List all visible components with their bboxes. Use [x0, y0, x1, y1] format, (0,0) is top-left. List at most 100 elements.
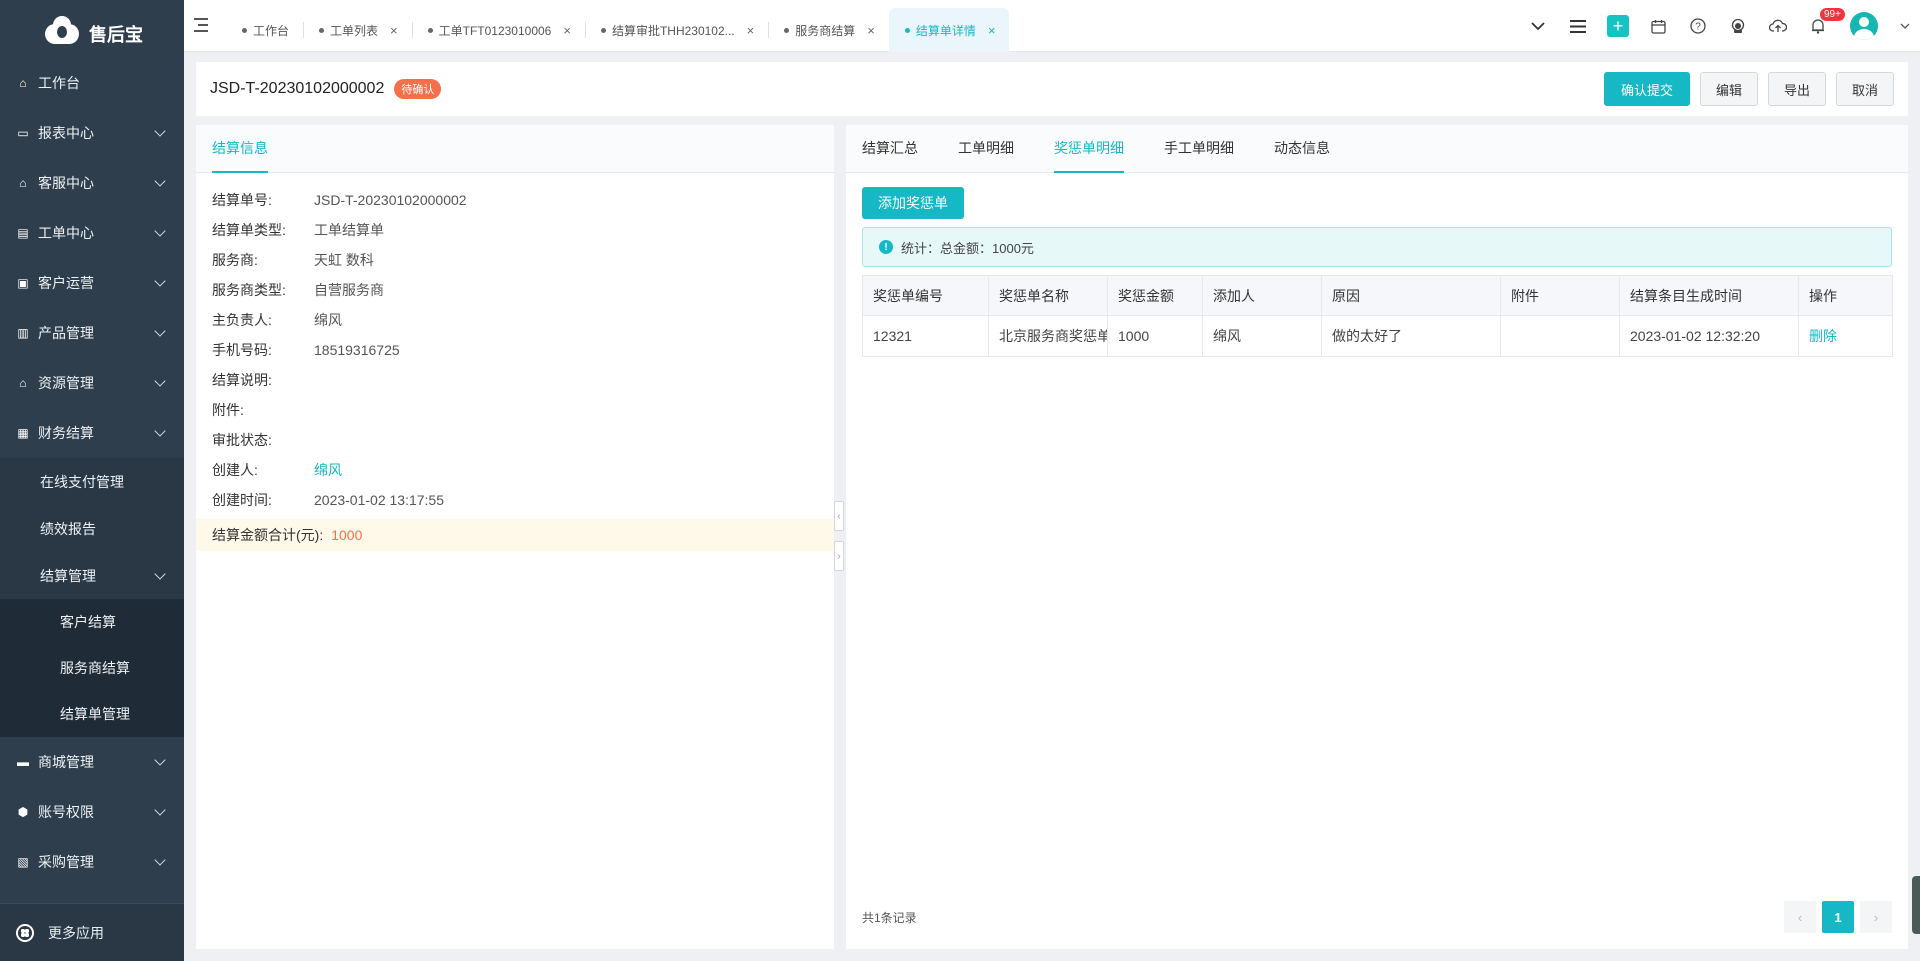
tab-2[interactable]: 工单TFT0123010006 × — [411, 8, 585, 52]
delete-link[interactable]: 删除 — [1798, 315, 1893, 357]
more-apps-button[interactable]: 更多应用 — [0, 903, 184, 961]
cloud-logo-icon — [41, 12, 83, 46]
sidebar-item-provider-settlement[interactable]: 服务商结算 — [0, 645, 184, 691]
svg-text:?: ? — [1695, 22, 1701, 33]
user-avatar[interactable] — [1838, 0, 1890, 52]
edit-button[interactable]: 编辑 — [1699, 72, 1758, 106]
sidebar-item-label: 账号权限 — [38, 804, 94, 820]
app-logo[interactable]: 售后宝 — [0, 0, 184, 58]
user-menu-chevron-icon[interactable] — [1890, 0, 1920, 52]
field-label: 服务商: — [212, 252, 258, 268]
more-apps-label: 更多应用 — [48, 924, 104, 941]
column-header: 操作 — [1798, 275, 1893, 316]
confirm-submit-button[interactable]: 确认提交 — [1603, 72, 1690, 106]
table-cell: 2023-01-02 12:32:20 — [1619, 315, 1799, 357]
calendar-icon[interactable] — [1638, 0, 1678, 52]
sidebar-item-after-1[interactable]: ⬢ 账号权限 — [0, 787, 184, 837]
next-page-icon[interactable]: › — [1860, 901, 1892, 933]
toolbar-icons: + ? 99+ — [1518, 0, 1920, 52]
sidebar-item-4[interactable]: ▣ 客户运营 — [0, 258, 184, 308]
tab-detail-1[interactable]: 工单明细 — [958, 124, 1014, 172]
tab-4[interactable]: 服务商结算 × — [768, 8, 889, 52]
sidebar-item-1[interactable]: ▭ 报表中心 — [0, 108, 184, 158]
chevron-down-icon — [154, 804, 166, 816]
tab-5[interactable]: 结算单详情 × — [888, 8, 1010, 52]
sidebar-item-6[interactable]: ⌂ 资源管理 — [0, 358, 184, 408]
sidebar-item-settlement-doc-management[interactable]: 结算单管理 — [0, 691, 184, 737]
tab-label: 工单TFT0123010006 — [438, 23, 552, 38]
cloud-upload-icon[interactable] — [1758, 0, 1798, 52]
customer-service-icon[interactable] — [1718, 0, 1758, 52]
tab-3[interactable]: 结算审批THH230102... × — [584, 8, 768, 52]
statistics-bar: ! 统计：总金额：1000元 — [862, 227, 1892, 267]
close-icon[interactable]: × — [988, 23, 996, 38]
sidebar-item-after-0[interactable]: ▬ 商城管理 — [0, 737, 184, 787]
sidebar-item-label: 财务结算 — [38, 425, 94, 441]
sidebar-item-settlement-management[interactable]: 结算管理 — [0, 552, 184, 599]
info-row: 创建人: 绵风 — [196, 455, 834, 485]
avatar — [1850, 12, 1878, 40]
notification-bell-icon[interactable]: 99+ — [1798, 0, 1845, 52]
tab-detail-4[interactable]: 动态信息 — [1274, 124, 1330, 172]
cancel-button[interactable]: 取消 — [1835, 72, 1894, 106]
collapse-left-icon[interactable]: ‹ — [834, 501, 844, 531]
tab-settlement-info[interactable]: 结算信息 — [212, 124, 268, 173]
quick-add-button[interactable]: + — [1598, 0, 1638, 52]
export-button[interactable]: 导出 — [1767, 72, 1826, 106]
chevron-down-icon — [154, 375, 166, 387]
page-number-current[interactable]: 1 — [1822, 901, 1854, 933]
table-cell: 北京服务商奖惩单 — [988, 315, 1108, 357]
field-label: 结算单号: — [212, 192, 272, 208]
tab-label: 服务商结算 — [795, 23, 856, 38]
headset-home-icon: ⌂ — [19, 176, 27, 190]
info-icon: ! — [879, 240, 893, 254]
tab-dot-icon — [600, 27, 606, 33]
warehouse-icon: ⌂ — [19, 376, 27, 390]
tab-detail-0[interactable]: 结算汇总 — [862, 124, 918, 172]
chevron-down-icon — [154, 567, 166, 580]
sidebar-item-7[interactable]: ▦ 财务结算 — [0, 408, 184, 458]
sidebar-item-3[interactable]: ▤ 工单中心 — [0, 208, 184, 258]
tab-detail-2[interactable]: 奖惩单明细 — [1054, 124, 1124, 173]
close-icon[interactable]: × — [563, 23, 571, 38]
tab-detail-3[interactable]: 手工单明细 — [1164, 124, 1234, 172]
settlement-total: 结算金额合计(元): 1000 — [196, 519, 834, 551]
sidebar-item-0[interactable]: ⌂ 工作台 — [0, 58, 184, 108]
list-menu-icon[interactable] — [1558, 0, 1598, 52]
sidebar-item-customer-settlement[interactable]: 客户结算 — [0, 599, 184, 645]
tab-dot-icon — [427, 27, 433, 33]
close-icon[interactable]: × — [390, 23, 398, 38]
tabs-dropdown-chevron-icon[interactable] — [1518, 0, 1558, 52]
store-icon: ▬ — [17, 755, 29, 769]
add-reward-penalty-button[interactable]: 添加奖惩单 — [862, 187, 964, 219]
help-icon[interactable]: ? — [1678, 0, 1718, 52]
field-label: 创建人: — [212, 462, 258, 478]
info-row: 结算单号: JSD-T-20230102000002 — [196, 185, 834, 215]
detail-panel: 结算汇总 工单明细 奖惩单明细 手工单明细 动态信息 添加奖惩单 ! 统计：总金额：10… — [846, 125, 1908, 949]
sidebar-item-2[interactable]: ⌂ 客服中心 — [0, 158, 184, 208]
contact-card-icon: ▣ — [17, 276, 29, 290]
info-list: 结算单号: JSD-T-20230102000002 结算单类型: 工单结算单 服务商:… — [196, 173, 834, 515]
expand-right-icon[interactable]: › — [834, 541, 844, 571]
sidebar-item-5[interactable]: ▥ 产品管理 — [0, 308, 184, 358]
tab-label: 工单列表 — [330, 23, 379, 38]
field-value: 天虹 数科 — [314, 252, 374, 268]
tab-1[interactable]: 工单列表 × — [303, 8, 412, 52]
chevron-down-icon — [154, 275, 166, 287]
field-value[interactable]: 绵风 — [314, 460, 342, 480]
info-row: 结算说明: — [196, 365, 834, 395]
close-icon[interactable]: × — [867, 23, 875, 38]
field-value: JSD-T-20230102000002 — [314, 192, 467, 208]
sidebar-item-label: 工作台 — [38, 75, 80, 91]
chevron-down-icon — [154, 225, 166, 237]
side-drawer-handle[interactable] — [1912, 876, 1920, 934]
sidebar-item-online-payment[interactable]: 在线支付管理 — [0, 458, 184, 505]
tab-0[interactable]: 工作台 — [226, 8, 303, 52]
menu-collapse-icon[interactable] — [194, 17, 212, 33]
close-icon[interactable]: × — [747, 23, 755, 38]
tab-bar: 工作台 工单列表 × 工单TFT0123010006 × 结算审批THH230102...… — [226, 8, 1010, 52]
sidebar-item-performance-report[interactable]: 绩效报告 — [0, 505, 184, 552]
prev-page-icon[interactable]: ‹ — [1784, 901, 1816, 933]
sidebar-item-after-2[interactable]: ▧ 采购管理 — [0, 837, 184, 887]
sidebar-item-label: 工单中心 — [38, 225, 94, 241]
